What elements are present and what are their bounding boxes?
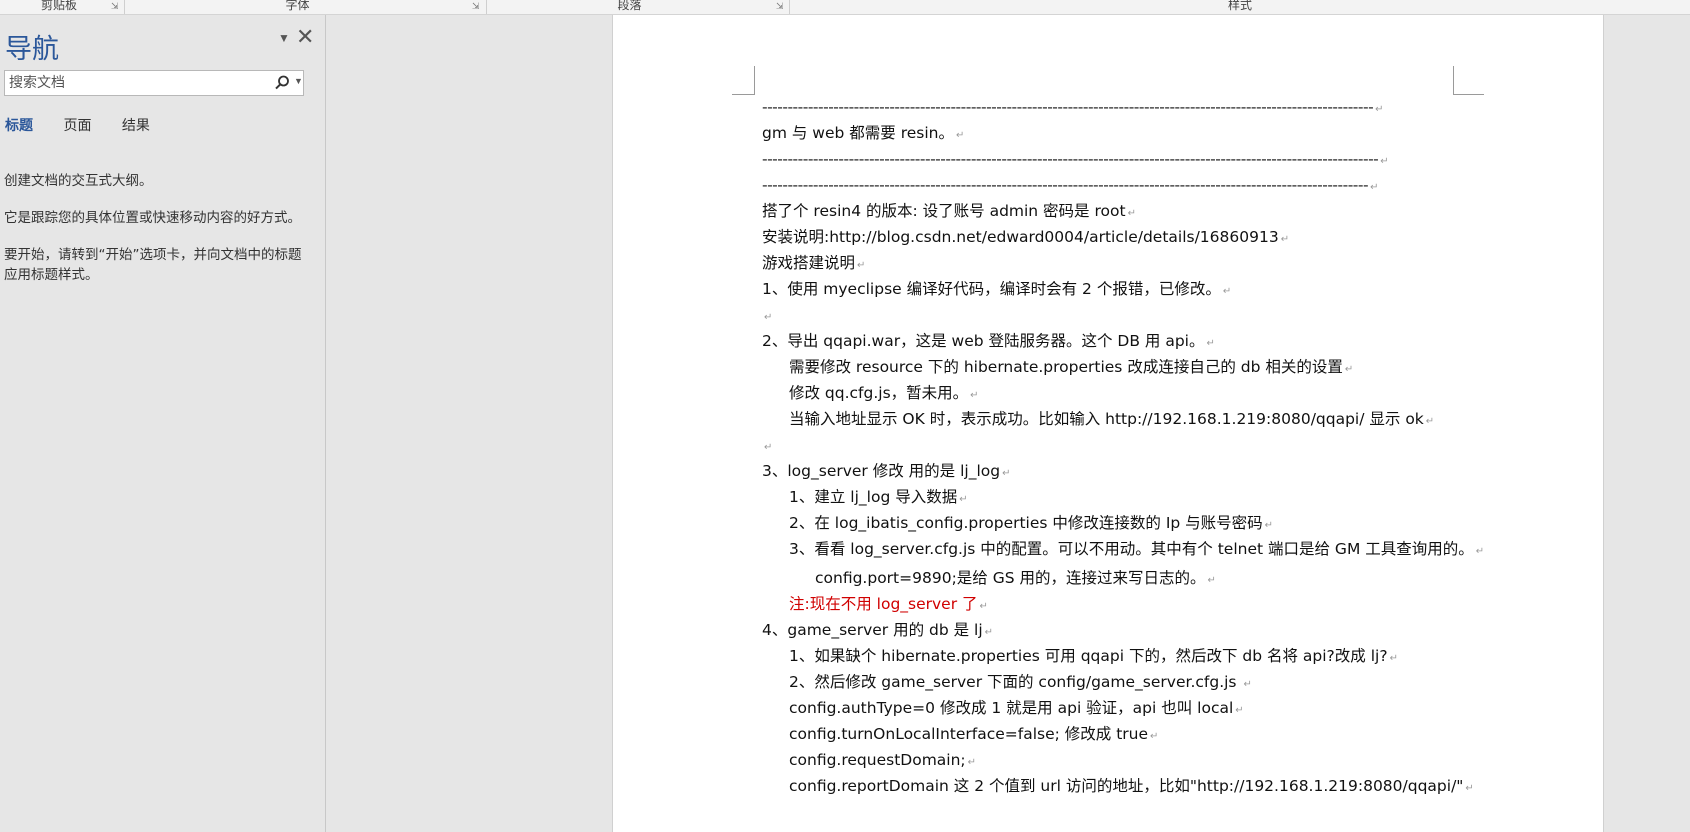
doc-line[interactable]: 安装说明:http://blog.csdn.net/edward0004/art… xyxy=(762,224,1502,250)
paragraph-mark-icon: ↵ xyxy=(1222,286,1232,297)
font-dialog-launcher-icon[interactable]: ⇲ xyxy=(472,1,480,12)
paragraph-mark-icon: ↵ xyxy=(1207,575,1216,586)
search-icon[interactable] xyxy=(272,73,292,93)
doc-line[interactable]: 3、看看 log_server.cfg.js 中的配置。可以不用动。其中有个 t… xyxy=(762,536,1502,565)
document-page[interactable]: ----------------------------------------… xyxy=(612,15,1604,832)
doc-line[interactable]: 2、然后修改 game_server 下面的 config/game_serve… xyxy=(762,669,1502,695)
doc-line[interactable]: 游戏搭建说明 ↵ xyxy=(762,250,1502,276)
chevron-down-icon[interactable]: ▼ xyxy=(294,76,303,86)
doc-line[interactable]: gm 与 web 都需要 resin。 ↵ xyxy=(762,120,1502,146)
navigation-pane: 导航 ▼ ✕ ▼ 标题 页面 结果 创建文档的交互式大纲。 它是跟踪您的具体位置… xyxy=(0,15,326,832)
paragraph-mark-icon: ↵ xyxy=(955,130,965,141)
help-paragraph: 它是跟踪您的具体位置或快速移动内容的好方式。 xyxy=(4,210,301,226)
ribbon-group-labels: 剪贴板 ⇲ 字体 ⇲ 段落 ⇲ 样式 xyxy=(0,0,1690,15)
crop-mark-top-right xyxy=(1453,66,1484,95)
paragraph-mark-icon: ↵ xyxy=(1150,731,1159,742)
tab-headings[interactable]: 标题 xyxy=(5,115,33,135)
paragraph-mark-icon: ↵ xyxy=(1389,653,1398,664)
doc-line-empty[interactable]: ↵ xyxy=(762,302,1502,328)
doc-line[interactable]: ----------------------------------------… xyxy=(762,94,1502,120)
nav-pane-title: 导航 xyxy=(5,34,59,64)
paragraph-mark-icon: ↵ xyxy=(970,390,979,401)
ribbon-group-styles: 样式 xyxy=(1227,0,1252,12)
search-box: ▼ xyxy=(4,70,304,96)
tab-pages[interactable]: 页面 xyxy=(63,115,91,135)
doc-line-empty[interactable]: ↵ xyxy=(762,432,1502,458)
nav-pane-options-icon[interactable]: ▼ xyxy=(278,31,290,45)
doc-line[interactable]: 3、log_server 修改 用的是 lj_log ↵ xyxy=(762,458,1502,484)
paragraph-mark-icon: ↵ xyxy=(764,442,773,453)
paragraph-mark-icon: ↵ xyxy=(1243,679,1252,690)
close-icon[interactable]: ✕ xyxy=(296,25,314,49)
doc-line[interactable]: ----------------------------------------… xyxy=(762,172,1502,198)
paragraph-mark-icon: ↵ xyxy=(764,312,773,323)
doc-line[interactable]: config.reportDomain 这 2 个值到 url 访问的地址，比如… xyxy=(762,773,1502,799)
doc-note-line[interactable]: 注:现在不用 log_server 了 ↵ xyxy=(762,591,1502,617)
doc-line[interactable]: 修改 qq.cfg.js，暂未用。 ↵ xyxy=(762,380,1502,406)
nav-help-text: 创建文档的交互式大纲。 它是跟踪您的具体位置或快速移动内容的好方式。 要开始，请… xyxy=(4,171,314,302)
doc-line[interactable]: 4、game_server 用的 db 是 lj ↵ xyxy=(762,617,1502,643)
doc-line[interactable]: 2、在 log_ibatis_config.properties 中修改连接数的… xyxy=(762,510,1502,536)
doc-line[interactable]: 1、建立 lj_log 导入数据 ↵ xyxy=(762,484,1502,510)
clipboard-dialog-launcher-icon[interactable]: ⇲ xyxy=(111,1,119,12)
doc-line[interactable]: 当输入地址显示 OK 时，表示成功。比如输入 http://192.168.1.… xyxy=(762,406,1502,432)
ribbon-group-font: 字体 xyxy=(285,0,310,12)
paragraph-dialog-launcher-icon[interactable]: ⇲ xyxy=(776,1,784,12)
ribbon-group-clipboard: 剪贴板 xyxy=(40,0,77,12)
document-body[interactable]: ----------------------------------------… xyxy=(762,94,1502,799)
crop-mark-top-left xyxy=(732,66,755,95)
doc-line[interactable]: config.turnOnLocalInterface=false; 修改成 t… xyxy=(762,721,1502,747)
paragraph-mark-icon: ↵ xyxy=(1380,156,1389,167)
paragraph-mark-icon: ↵ xyxy=(1002,468,1011,479)
paragraph-mark-icon: ↵ xyxy=(1206,338,1215,349)
paragraph-mark-icon: ↵ xyxy=(959,494,968,505)
paragraph-mark-icon: ↵ xyxy=(984,627,994,638)
doc-line[interactable]: 需要修改 resource 下的 hibernate.properties 改成… xyxy=(762,354,1502,380)
paragraph-mark-icon: ↵ xyxy=(1375,104,1384,115)
paragraph-mark-icon: ↵ xyxy=(1235,705,1244,716)
paragraph-mark-icon: ↵ xyxy=(857,260,866,271)
help-paragraph: 要开始，请转到“开始”选项卡，并向文档中的标题应用标题样式。 xyxy=(4,247,302,283)
doc-line[interactable]: config.port=9890;是给 GS 用的，连接过来写日志的。 ↵ xyxy=(762,565,1502,591)
tab-results[interactable]: 结果 xyxy=(122,115,150,135)
doc-line[interactable]: ----------------------------------------… xyxy=(762,146,1502,172)
doc-line[interactable]: 2、导出 qqapi.war，这是 web 登陆服务器。这个 DB 用 api。… xyxy=(762,328,1502,354)
doc-line[interactable]: 1、如果缺个 hibernate.properties 可用 qqapi 下的，… xyxy=(762,643,1502,669)
paragraph-mark-icon: ↵ xyxy=(1475,546,1485,557)
doc-line[interactable]: config.requestDomain; ↵ xyxy=(762,747,1502,773)
paragraph-mark-icon: ↵ xyxy=(1280,234,1290,245)
doc-line[interactable]: 1、使用 myeclipse 编译好代码，编译时会有 2 个报错，已修改。 ↵ xyxy=(762,276,1502,302)
ribbon-group-paragraph: 段落 xyxy=(617,0,642,12)
paragraph-mark-icon: ↵ xyxy=(1465,783,1474,794)
paragraph-mark-icon: ↵ xyxy=(1370,182,1378,193)
nav-tabs: 标题 页面 结果 xyxy=(5,115,176,135)
paragraph-mark-icon: ↵ xyxy=(967,757,977,768)
paragraph-mark-icon: ↵ xyxy=(1344,364,1354,375)
paragraph-mark-icon: ↵ xyxy=(1264,520,1274,531)
search-input[interactable] xyxy=(7,73,271,93)
paragraph-mark-icon: ↵ xyxy=(1127,208,1136,219)
doc-line[interactable]: config.authType=0 修改成 1 就是用 api 验证，api 也… xyxy=(762,695,1502,721)
help-paragraph: 创建文档的交互式大纲。 xyxy=(4,173,153,189)
paragraph-mark-icon: ↵ xyxy=(979,601,988,612)
doc-line[interactable]: 搭了个 resin4 的版本: 设了账号 admin 密码是 root ↵ xyxy=(762,198,1502,224)
paragraph-mark-icon: ↵ xyxy=(1425,416,1435,427)
